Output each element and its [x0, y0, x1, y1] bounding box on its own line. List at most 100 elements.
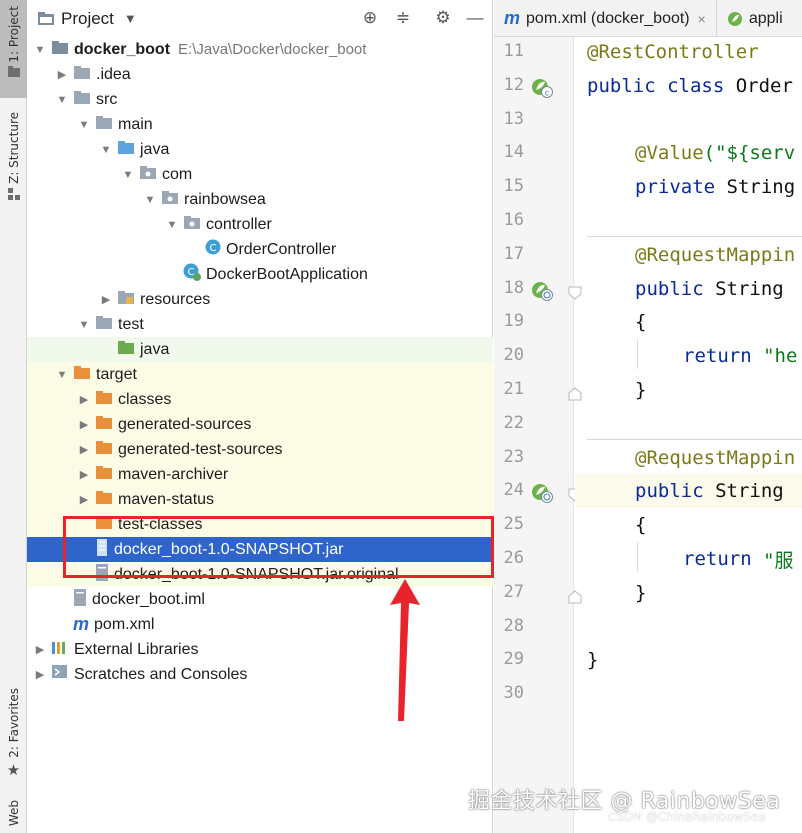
expand-arrow-down-icon[interactable]: ▼	[143, 194, 157, 206]
tab-application[interactable]: appli	[717, 0, 793, 37]
tree-node[interactable]: ▼ java	[27, 137, 493, 162]
expand-arrow-down-icon[interactable]: ▼	[33, 44, 47, 56]
tree-node[interactable]: ▼ com	[27, 162, 493, 187]
spring-endpoint-icon[interactable]	[530, 279, 554, 308]
tree-node-label: docker_boot-1.0-SNAPSHOT.jar	[114, 540, 344, 558]
project-tool-tab[interactable]: 1: Project	[0, 0, 27, 98]
spring-bean-icon[interactable]: c	[530, 76, 554, 105]
spring-leaf-icon	[727, 11, 742, 26]
tree-node[interactable]: test-classes	[27, 512, 493, 537]
tree-node-label: classes	[118, 390, 172, 408]
tree-node[interactable]: ▶ maven-archiver	[27, 462, 493, 487]
close-tab-icon[interactable]: ×	[698, 11, 706, 27]
expand-arrow-right-icon[interactable]: ▶	[33, 643, 47, 656]
code-text: String	[715, 277, 796, 300]
hide-panel-icon[interactable]: —	[465, 8, 485, 28]
iml-file-icon	[73, 588, 87, 611]
tree-node-label: main	[118, 115, 153, 133]
scratches-icon	[51, 664, 69, 685]
line-number: 26	[503, 548, 524, 568]
locate-file-icon[interactable]: ⊕	[360, 8, 380, 28]
favorites-tool-tab-label: 2: Favorites	[6, 688, 21, 758]
file-icon	[95, 563, 109, 586]
code-text: String	[715, 480, 796, 503]
tab-pom-xml[interactable]: m pom.xml (docker_boot) ×	[494, 0, 717, 37]
tree-node[interactable]: docker_boot-1.0-SNAPSHOT.jar	[27, 537, 493, 562]
expand-arrow-right-icon[interactable]: ▶	[77, 493, 91, 506]
code-annotation: @RequestMappin	[635, 243, 796, 266]
view-dropdown-chevron-icon[interactable]: ▼	[124, 11, 137, 26]
expand-arrow-right-icon[interactable]: ▶	[77, 393, 91, 406]
code-line: }	[575, 643, 802, 677]
line-number: 15	[503, 176, 524, 197]
tree-node[interactable]: docker_boot-1.0-SNAPSHOT.jar.original	[27, 562, 493, 587]
line-number: 23	[503, 446, 524, 467]
folder-icon	[7, 65, 20, 77]
excluded-folder-icon	[95, 440, 113, 460]
tree-node[interactable]: ▼ rainbowsea	[27, 187, 493, 212]
code-annotation: @RequestMappin	[635, 446, 796, 469]
collapse-all-icon[interactable]: ≑	[393, 8, 413, 28]
tree-node[interactable]: ▼ docker_boot E:\Java\Docker\docker_boot	[27, 37, 493, 62]
code-keyword: private	[635, 176, 727, 199]
settings-gear-icon[interactable]: ⚙	[433, 8, 453, 28]
expand-arrow-down-icon[interactable]: ▼	[77, 319, 91, 331]
code-line: public String	[575, 272, 802, 306]
favorites-tool-tab[interactable]: 2: Favorites ★	[0, 688, 27, 783]
tree-node[interactable]: ▶ classes	[27, 387, 493, 412]
tab-pom-xml-label: pom.xml (docker_boot)	[526, 9, 690, 27]
code-keyword: return	[683, 345, 764, 368]
code-line: {	[575, 305, 802, 339]
line-number: 24	[503, 480, 524, 501]
expand-arrow-down-icon[interactable]: ▼	[55, 369, 69, 381]
expand-arrow-right-icon[interactable]: ▶	[99, 293, 113, 306]
tree-node[interactable]: ▼ controller	[27, 212, 493, 237]
excluded-folder-icon	[95, 465, 113, 485]
tree-node[interactable]: docker_boot.iml	[27, 587, 493, 612]
tree-node[interactable]: ▶ Scratches and Consoles	[27, 662, 493, 687]
folder-icon	[73, 65, 91, 85]
line-number: 14	[503, 142, 524, 163]
folder-icon	[73, 90, 91, 110]
code-keyword: public class	[587, 74, 736, 97]
code-line: @RequestMappin	[575, 238, 802, 272]
expand-arrow-down-icon[interactable]: ▼	[55, 94, 69, 106]
code-area[interactable]: @RestController public class Order @Value(…	[575, 37, 802, 833]
expand-arrow-right-icon[interactable]: ▶	[33, 668, 47, 681]
tree-node[interactable]: ▼ test	[27, 312, 493, 337]
web-tool-tab[interactable]: Web	[0, 800, 27, 833]
expand-arrow-right-icon[interactable]: ▶	[77, 418, 91, 431]
tree-node[interactable]: ▶ External Libraries	[27, 637, 493, 662]
indent-guide	[637, 542, 638, 572]
tree-node-label: com	[162, 165, 193, 183]
tree-node-label: maven-archiver	[118, 465, 229, 483]
resources-folder-icon	[117, 290, 135, 310]
tree-node[interactable]: ▶ generated-sources	[27, 412, 493, 437]
expand-arrow-right-icon[interactable]: ▶	[77, 468, 91, 481]
code-annotation: @RestController	[587, 41, 759, 63]
line-number: 11	[503, 41, 524, 61]
tree-node[interactable]: m pom.xml	[27, 612, 493, 637]
tree-node[interactable]: ▼ main	[27, 112, 493, 137]
expand-arrow-right-icon[interactable]: ▶	[55, 68, 69, 81]
tree-node[interactable]: ▼ src	[27, 87, 493, 112]
star-icon: ★	[6, 761, 21, 779]
tree-node-label: controller	[206, 215, 272, 233]
line-number: 29	[503, 649, 524, 670]
spring-endpoint-icon[interactable]	[530, 481, 554, 510]
structure-tool-tab[interactable]: Z: Structure	[0, 112, 27, 212]
expand-arrow-down-icon[interactable]: ▼	[77, 119, 91, 131]
expand-arrow-right-icon[interactable]: ▶	[77, 443, 91, 456]
expand-arrow-down-icon[interactable]: ▼	[99, 144, 113, 156]
tree-node[interactable]: ▶ maven-status	[27, 487, 493, 512]
tree-node[interactable]: java	[27, 337, 493, 362]
tree-node[interactable]: C DockerBootApplication	[27, 262, 493, 287]
tree-node[interactable]: ▶ .idea	[27, 62, 493, 87]
tree-node[interactable]: C OrderController	[27, 237, 493, 262]
tree-node[interactable]: ▶ generated-test-sources	[27, 437, 493, 462]
tree-node[interactable]: ▼ target	[27, 362, 493, 387]
expand-arrow-down-icon[interactable]: ▼	[121, 169, 135, 181]
tree-node[interactable]: ▶ resources	[27, 287, 493, 312]
code-text: {	[635, 514, 647, 537]
expand-arrow-down-icon[interactable]: ▼	[165, 219, 179, 231]
